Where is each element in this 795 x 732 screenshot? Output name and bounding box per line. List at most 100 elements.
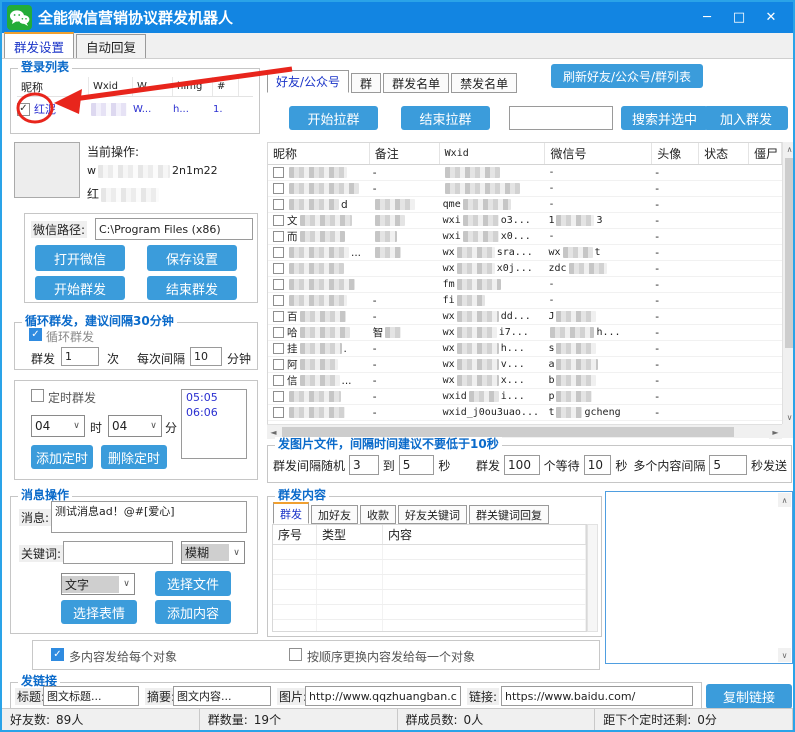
start-send-button[interactable]: 开始群发 <box>35 276 125 300</box>
search-input[interactable] <box>509 106 613 130</box>
content-tab[interactable]: 收款 <box>360 505 396 524</box>
friend-row[interactable]: 百-wxdd...J- <box>268 309 782 325</box>
interval-from-input[interactable]: 3 <box>349 455 379 475</box>
row-checkbox[interactable] <box>273 391 284 402</box>
message-textarea[interactable]: 测试消息ad！@#[爱心] <box>51 501 247 533</box>
interval-input[interactable]: 10 <box>190 347 222 366</box>
add-content-button[interactable]: 添加内容 <box>155 600 231 624</box>
timer-item[interactable]: 05:05 <box>182 390 246 405</box>
scroll-down-icon[interactable]: ∨ <box>783 410 795 424</box>
search-select-button[interactable]: 搜索并选中 <box>621 106 708 130</box>
copy-link-button[interactable]: 复制链接 <box>706 684 792 709</box>
scrollbar-thumb[interactable] <box>785 158 794 348</box>
row-checkbox[interactable] <box>273 263 284 274</box>
friend-row[interactable]: 挂.-wxh...s- <box>268 341 782 357</box>
content-tab[interactable]: 加好友 <box>311 505 358 524</box>
minimize-button[interactable]: ─ <box>691 5 723 31</box>
start-pull-group-button[interactable]: 开始拉群 <box>289 106 378 130</box>
row-checkbox[interactable] <box>273 183 284 194</box>
friend-row[interactable]: 哈智wxi7...h...- <box>268 325 782 341</box>
friends-tab[interactable]: 禁发名单 <box>451 73 517 93</box>
content-type-select[interactable]: 文字 ∨ <box>61 573 135 595</box>
friends-tab[interactable]: 群 <box>351 73 381 93</box>
add-timer-button[interactable]: 添加定时 <box>31 445 93 469</box>
friend-row[interactable]: 信...-wxx...b- <box>268 373 782 389</box>
hour-select[interactable]: 04 ∨ <box>31 415 85 437</box>
save-settings-button[interactable]: 保存设置 <box>147 245 237 271</box>
log-output-box[interactable]: ∧ ∨ <box>605 491 793 664</box>
main-tab[interactable]: 自动回复 <box>76 34 146 58</box>
row-checkbox[interactable] <box>273 343 284 354</box>
login-table-row[interactable]: ✓ 红泥 W... h... 1. <box>17 97 253 121</box>
row-checkbox[interactable] <box>273 327 284 338</box>
select-file-button[interactable]: 选择文件 <box>155 571 231 596</box>
row-checkbox[interactable] <box>273 311 284 322</box>
scroll-up-icon[interactable]: ∧ <box>783 142 795 156</box>
refresh-lists-button[interactable]: 刷新好友/公众号/群列表 <box>551 64 703 88</box>
add-to-send-button[interactable]: 加入群发 <box>704 106 788 130</box>
link-title-input[interactable]: 图文标题... <box>43 686 139 706</box>
friend-row[interactable]: wxx0j...zdc- <box>268 261 782 277</box>
timer-item[interactable]: 06:06 <box>182 405 246 420</box>
maximize-button[interactable]: □ <box>723 5 755 31</box>
timer-send-checkbox[interactable] <box>31 389 44 402</box>
delete-timer-button[interactable]: 删除定时 <box>101 445 167 469</box>
open-wechat-button[interactable]: 打开微信 <box>35 245 125 271</box>
friend-row[interactable]: 文wxio3...13- <box>268 213 782 229</box>
friend-row[interactable]: --- <box>268 181 782 197</box>
friend-row[interactable]: fm-- <box>268 277 782 293</box>
close-button[interactable]: ✕ <box>755 5 787 31</box>
send-times-input[interactable]: 1 <box>61 347 99 366</box>
friend-row[interactable]: 而wxix0...-- <box>268 229 782 245</box>
row-checkbox[interactable] <box>273 295 284 306</box>
link-url-input[interactable]: https://www.baidu.com/ <box>501 686 693 706</box>
content-tab[interactable]: 群发 <box>273 502 309 524</box>
login-row-checkbox[interactable]: ✓ <box>17 103 30 116</box>
interval-to-input[interactable]: 5 <box>399 455 435 475</box>
vertical-scrollbar[interactable]: ∧ ∨ <box>782 142 795 424</box>
row-checkbox[interactable] <box>273 375 284 386</box>
friend-row[interactable]: 阿-wxv...a- <box>268 357 782 373</box>
multi-content-checkbox[interactable]: ✓ <box>51 648 64 661</box>
scrollbar-thumb[interactable] <box>282 427 734 437</box>
row-checkbox[interactable] <box>273 167 284 178</box>
row-checkbox[interactable] <box>273 359 284 370</box>
friend-row[interactable]: --- <box>268 165 782 181</box>
minute-select[interactable]: 04 ∨ <box>108 415 162 437</box>
row-checkbox[interactable] <box>273 247 284 258</box>
main-tab[interactable]: 群发设置 <box>4 32 74 58</box>
keyword-input[interactable] <box>63 541 173 564</box>
row-checkbox[interactable] <box>273 279 284 290</box>
wait-input[interactable]: 10 <box>584 455 612 475</box>
content-tab[interactable]: 好友关键词 <box>398 505 467 524</box>
batch-input[interactable]: 100 <box>504 455 540 475</box>
row-checkbox[interactable] <box>273 407 284 418</box>
friends-tab[interactable]: 好友/公众号 <box>267 70 349 93</box>
sequential-checkbox[interactable] <box>289 648 302 661</box>
end-pull-group-button[interactable]: 结束拉群 <box>401 106 490 130</box>
friend-row[interactable]: dqme-- <box>268 197 782 213</box>
friend-row[interactable]: -wxidi...p- <box>268 389 782 405</box>
timer-list[interactable]: 05:0506:06 <box>181 389 247 459</box>
select-emoji-button[interactable]: 选择表情 <box>61 600 137 624</box>
content-scrollbar[interactable] <box>587 524 598 632</box>
loop-send-checkbox[interactable]: ✓ <box>29 328 42 341</box>
friend-row[interactable]: ...wxsra...wxt- <box>268 245 782 261</box>
row-checkbox[interactable] <box>273 199 284 210</box>
row-checkbox[interactable] <box>273 231 284 242</box>
friends-tab[interactable]: 群发名单 <box>383 73 449 93</box>
scroll-up-icon[interactable]: ∧ <box>778 493 791 507</box>
content-tab[interactable]: 群关键词回复 <box>469 505 549 524</box>
friend-row[interactable]: -wxid_j0ou3uao...tgcheng- <box>268 405 782 421</box>
scroll-down-icon[interactable]: ∨ <box>778 648 791 662</box>
link-image-input[interactable]: http://www.qqzhuangban.c <box>305 686 461 706</box>
row-checkbox[interactable] <box>273 215 284 226</box>
stop-send-button[interactable]: 结束群发 <box>147 276 237 300</box>
link-summary-input[interactable]: 图文内容... <box>173 686 271 706</box>
friend-row[interactable]: -fi-- <box>268 293 782 309</box>
wechat-path-input[interactable]: C:\Program Files (x86) <box>95 218 253 240</box>
match-mode-select[interactable]: 模糊 ∨ <box>181 541 245 564</box>
multi-interval-input[interactable]: 5 <box>709 455 747 475</box>
scroll-right-icon[interactable]: ► <box>769 425 782 439</box>
horizontal-scrollbar[interactable]: ◄ ► <box>267 424 782 438</box>
